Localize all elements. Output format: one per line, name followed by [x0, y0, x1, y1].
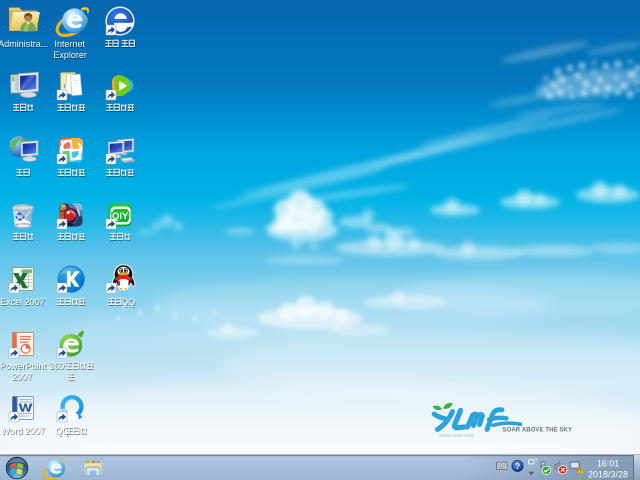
svg-text:2018/3/28: 2018/3/28 [588, 469, 628, 479]
svg-text:?: ? [515, 461, 520, 471]
svg-text:SOAR ABOVE THE SKY: SOAR ABOVE THE SKY [503, 428, 573, 434]
svg-text:16:01: 16:01 [597, 458, 620, 468]
svg-text:!: ! [579, 469, 581, 475]
svg-text:QQ: QQ [121, 296, 135, 306]
svg-text:WWW.YLMF.COM: WWW.YLMF.COM [439, 433, 474, 438]
svg-text:360: 360 [49, 361, 64, 371]
